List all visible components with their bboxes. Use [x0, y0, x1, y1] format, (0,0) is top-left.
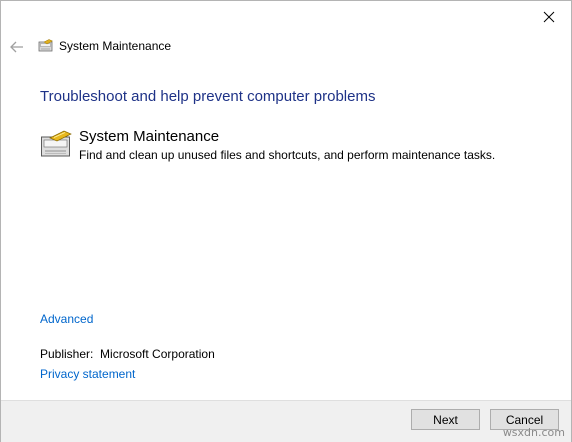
item-description: Find and clean up unused files and short… — [79, 148, 496, 162]
system-maintenance-icon — [41, 130, 72, 157]
troubleshooter-item[interactable]: System Maintenance Find and clean up unu… — [40, 128, 540, 162]
next-button[interactable]: Next — [411, 409, 480, 430]
back-button[interactable] — [7, 37, 27, 57]
navigation-bar: System Maintenance — [1, 35, 521, 59]
nav-title: System Maintenance — [59, 39, 172, 53]
publisher-label: Publisher: — [40, 347, 94, 361]
publisher-info: Publisher: Microsoft Corporation — [40, 347, 215, 361]
footer-bar: Next Cancel — [1, 400, 571, 442]
watermark: wsxdn.com — [502, 426, 565, 439]
system-maintenance-small-icon — [38, 39, 54, 52]
advanced-link[interactable]: Advanced — [40, 312, 93, 326]
close-icon — [543, 11, 555, 23]
item-title: System Maintenance — [79, 128, 220, 145]
troubleshooter-window: System Maintenance Troubleshoot and help… — [0, 0, 572, 442]
privacy-statement-link[interactable]: Privacy statement — [40, 367, 135, 381]
close-button[interactable] — [527, 1, 571, 33]
publisher-value: Microsoft Corporation — [100, 347, 215, 361]
back-arrow-icon — [10, 41, 23, 53]
page-heading: Troubleshoot and help prevent computer p… — [40, 88, 376, 105]
